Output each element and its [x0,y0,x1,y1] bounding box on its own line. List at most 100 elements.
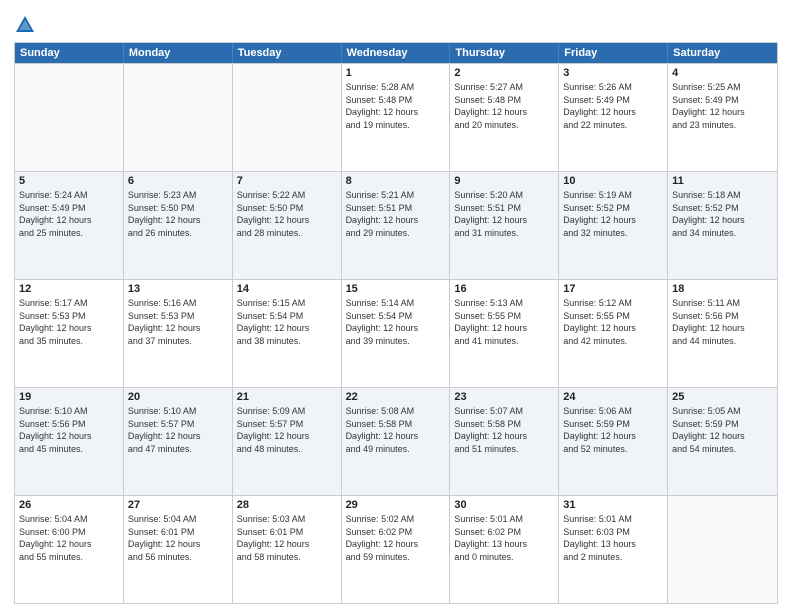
day-info-line: and 35 minutes. [19,336,83,346]
day-info-line: and 47 minutes. [128,444,192,454]
day-info: Sunrise: 5:28 AMSunset: 5:48 PMDaylight:… [346,81,446,131]
day-number: 5 [19,175,119,187]
day-info-line: Sunrise: 5:12 AM [563,298,632,308]
day-info-line: Sunset: 5:56 PM [672,311,739,321]
day-info: Sunrise: 5:18 AMSunset: 5:52 PMDaylight:… [672,189,773,239]
day-info-line: Daylight: 12 hours [454,431,527,441]
calendar-cell: 17Sunrise: 5:12 AMSunset: 5:55 PMDayligh… [559,280,668,387]
day-number: 16 [454,283,554,295]
calendar-cell: 11Sunrise: 5:18 AMSunset: 5:52 PMDayligh… [668,172,777,279]
day-info: Sunrise: 5:27 AMSunset: 5:48 PMDaylight:… [454,81,554,131]
day-info-line: Sunset: 6:01 PM [237,527,304,537]
header-day-tuesday: Tuesday [233,43,342,63]
day-info-line: and 29 minutes. [346,228,410,238]
day-info: Sunrise: 5:23 AMSunset: 5:50 PMDaylight:… [128,189,228,239]
day-info: Sunrise: 5:08 AMSunset: 5:58 PMDaylight:… [346,405,446,455]
day-info-line: and 49 minutes. [346,444,410,454]
day-info-line: Sunset: 5:58 PM [346,419,413,429]
day-info-line: and 44 minutes. [672,336,736,346]
day-info-line: Sunrise: 5:03 AM [237,514,306,524]
day-info-line: and 38 minutes. [237,336,301,346]
day-info-line: Daylight: 12 hours [346,323,419,333]
day-info-line: Daylight: 12 hours [128,323,201,333]
day-info-line: Sunrise: 5:15 AM [237,298,306,308]
calendar-cell: 9Sunrise: 5:20 AMSunset: 5:51 PMDaylight… [450,172,559,279]
day-info-line: and 0 minutes. [454,552,513,562]
day-info-line: Daylight: 12 hours [346,539,419,549]
day-info-line: Daylight: 12 hours [19,323,92,333]
calendar-cell: 30Sunrise: 5:01 AMSunset: 6:02 PMDayligh… [450,496,559,603]
calendar-cell: 4Sunrise: 5:25 AMSunset: 5:49 PMDaylight… [668,64,777,171]
day-info-line: Sunset: 6:01 PM [128,527,195,537]
calendar-cell: 28Sunrise: 5:03 AMSunset: 6:01 PMDayligh… [233,496,342,603]
day-number: 7 [237,175,337,187]
calendar-cell: 10Sunrise: 5:19 AMSunset: 5:52 PMDayligh… [559,172,668,279]
header-day-saturday: Saturday [668,43,777,63]
day-info-line: Sunrise: 5:21 AM [346,190,415,200]
header-day-friday: Friday [559,43,668,63]
day-info-line: Sunrise: 5:01 AM [563,514,632,524]
day-info-line: and 32 minutes. [563,228,627,238]
day-info-line: and 56 minutes. [128,552,192,562]
day-info-line: Sunset: 5:48 PM [346,95,413,105]
day-info: Sunrise: 5:04 AMSunset: 6:01 PMDaylight:… [128,513,228,563]
day-info: Sunrise: 5:01 AMSunset: 6:02 PMDaylight:… [454,513,554,563]
calendar-row-2: 5Sunrise: 5:24 AMSunset: 5:49 PMDaylight… [15,171,777,279]
day-info: Sunrise: 5:03 AM Sunset: 6:01 PM Daylight:… [237,513,337,563]
header-area [14,10,778,36]
day-info-line: Daylight: 12 hours [237,539,310,549]
day-info-line: Daylight: 12 hours [128,539,201,549]
day-info-line: and 41 minutes. [454,336,518,346]
day-info-line: and 28 minutes. [237,228,301,238]
day-info-line: Sunrise: 5:06 AM [563,406,632,416]
day-info-line: Daylight: 12 hours [128,431,201,441]
day-info: Sunrise: 5:11 AMSunset: 5:56 PMDaylight:… [672,297,773,347]
day-info-line: Sunset: 5:52 PM [672,203,739,213]
day-number: 23 [454,391,554,403]
day-info-line: Sunset: 5:51 PM [454,203,521,213]
day-info: Sunrise: 5:16 AMSunset: 5:53 PMDaylight:… [128,297,228,347]
header-day-monday: Monday [124,43,233,63]
calendar-body: 1Sunrise: 5:28 AMSunset: 5:48 PMDaylight… [15,63,777,603]
calendar-cell: 20Sunrise: 5:10 AMSunset: 5:57 PMDayligh… [124,388,233,495]
day-info-line: Daylight: 12 hours [563,107,636,117]
day-info: Sunrise: 5:04 AMSunset: 6:00 PMDaylight:… [19,513,119,563]
day-info: Sunrise: 5:15 AMSunset: 5:54 PMDaylight:… [237,297,337,347]
day-info-line: Daylight: 13 hours [563,539,636,549]
day-number: 4 [672,67,773,79]
day-info-line: and 22 minutes. [563,120,627,130]
header-day-thursday: Thursday [450,43,559,63]
day-info-line: Sunset: 5:59 PM [563,419,630,429]
day-info-line: and 37 minutes. [128,336,192,346]
day-info-line: Sunrise: 5:19 AM [563,190,632,200]
day-info: Sunrise: 5:20 AMSunset: 5:51 PMDaylight:… [454,189,554,239]
day-number: 17 [563,283,663,295]
day-info-line: and 20 minutes. [454,120,518,130]
calendar-cell [15,64,124,171]
day-info: Sunrise: 5:09 AMSunset: 5:57 PMDaylight:… [237,405,337,455]
day-number: 25 [672,391,773,403]
day-info-line: Sunrise: 5:24 AM [19,190,88,200]
day-info-line: Daylight: 12 hours [672,215,745,225]
day-info-line: Daylight: 12 hours [672,107,745,117]
day-info-line: Sunset: 6:03 PM [563,527,630,537]
day-info-line: Sunset: 5:56 PM [19,419,86,429]
day-info-line: Sunrise: 5:04 AM [19,514,88,524]
day-info-line: Daylight: 12 hours [19,215,92,225]
day-info-line: Sunrise: 5:08 AM [346,406,415,416]
day-info-line: Sunset: 5:53 PM [19,311,86,321]
day-number: 13 [128,283,228,295]
logo-icon [14,14,36,36]
day-info-line: Daylight: 12 hours [237,431,310,441]
calendar-cell [124,64,233,171]
day-info-line: and 51 minutes. [454,444,518,454]
calendar-cell: 22Sunrise: 5:08 AMSunset: 5:58 PMDayligh… [342,388,451,495]
calendar-cell: 8Sunrise: 5:21 AMSunset: 5:51 PMDaylight… [342,172,451,279]
day-info-line: Daylight: 12 hours [19,539,92,549]
day-info-line: Daylight: 12 hours [563,431,636,441]
day-info: Sunrise: 5:01 AM Sunset: 6:03 PM Daylight:… [563,513,663,563]
day-info: Sunrise: 5:02 AMSunset: 6:02 PMDaylight:… [346,513,446,563]
day-info-line: Daylight: 12 hours [454,215,527,225]
day-info-line: Daylight: 12 hours [454,323,527,333]
day-info-line: Sunset: 5:51 PM [346,203,413,213]
